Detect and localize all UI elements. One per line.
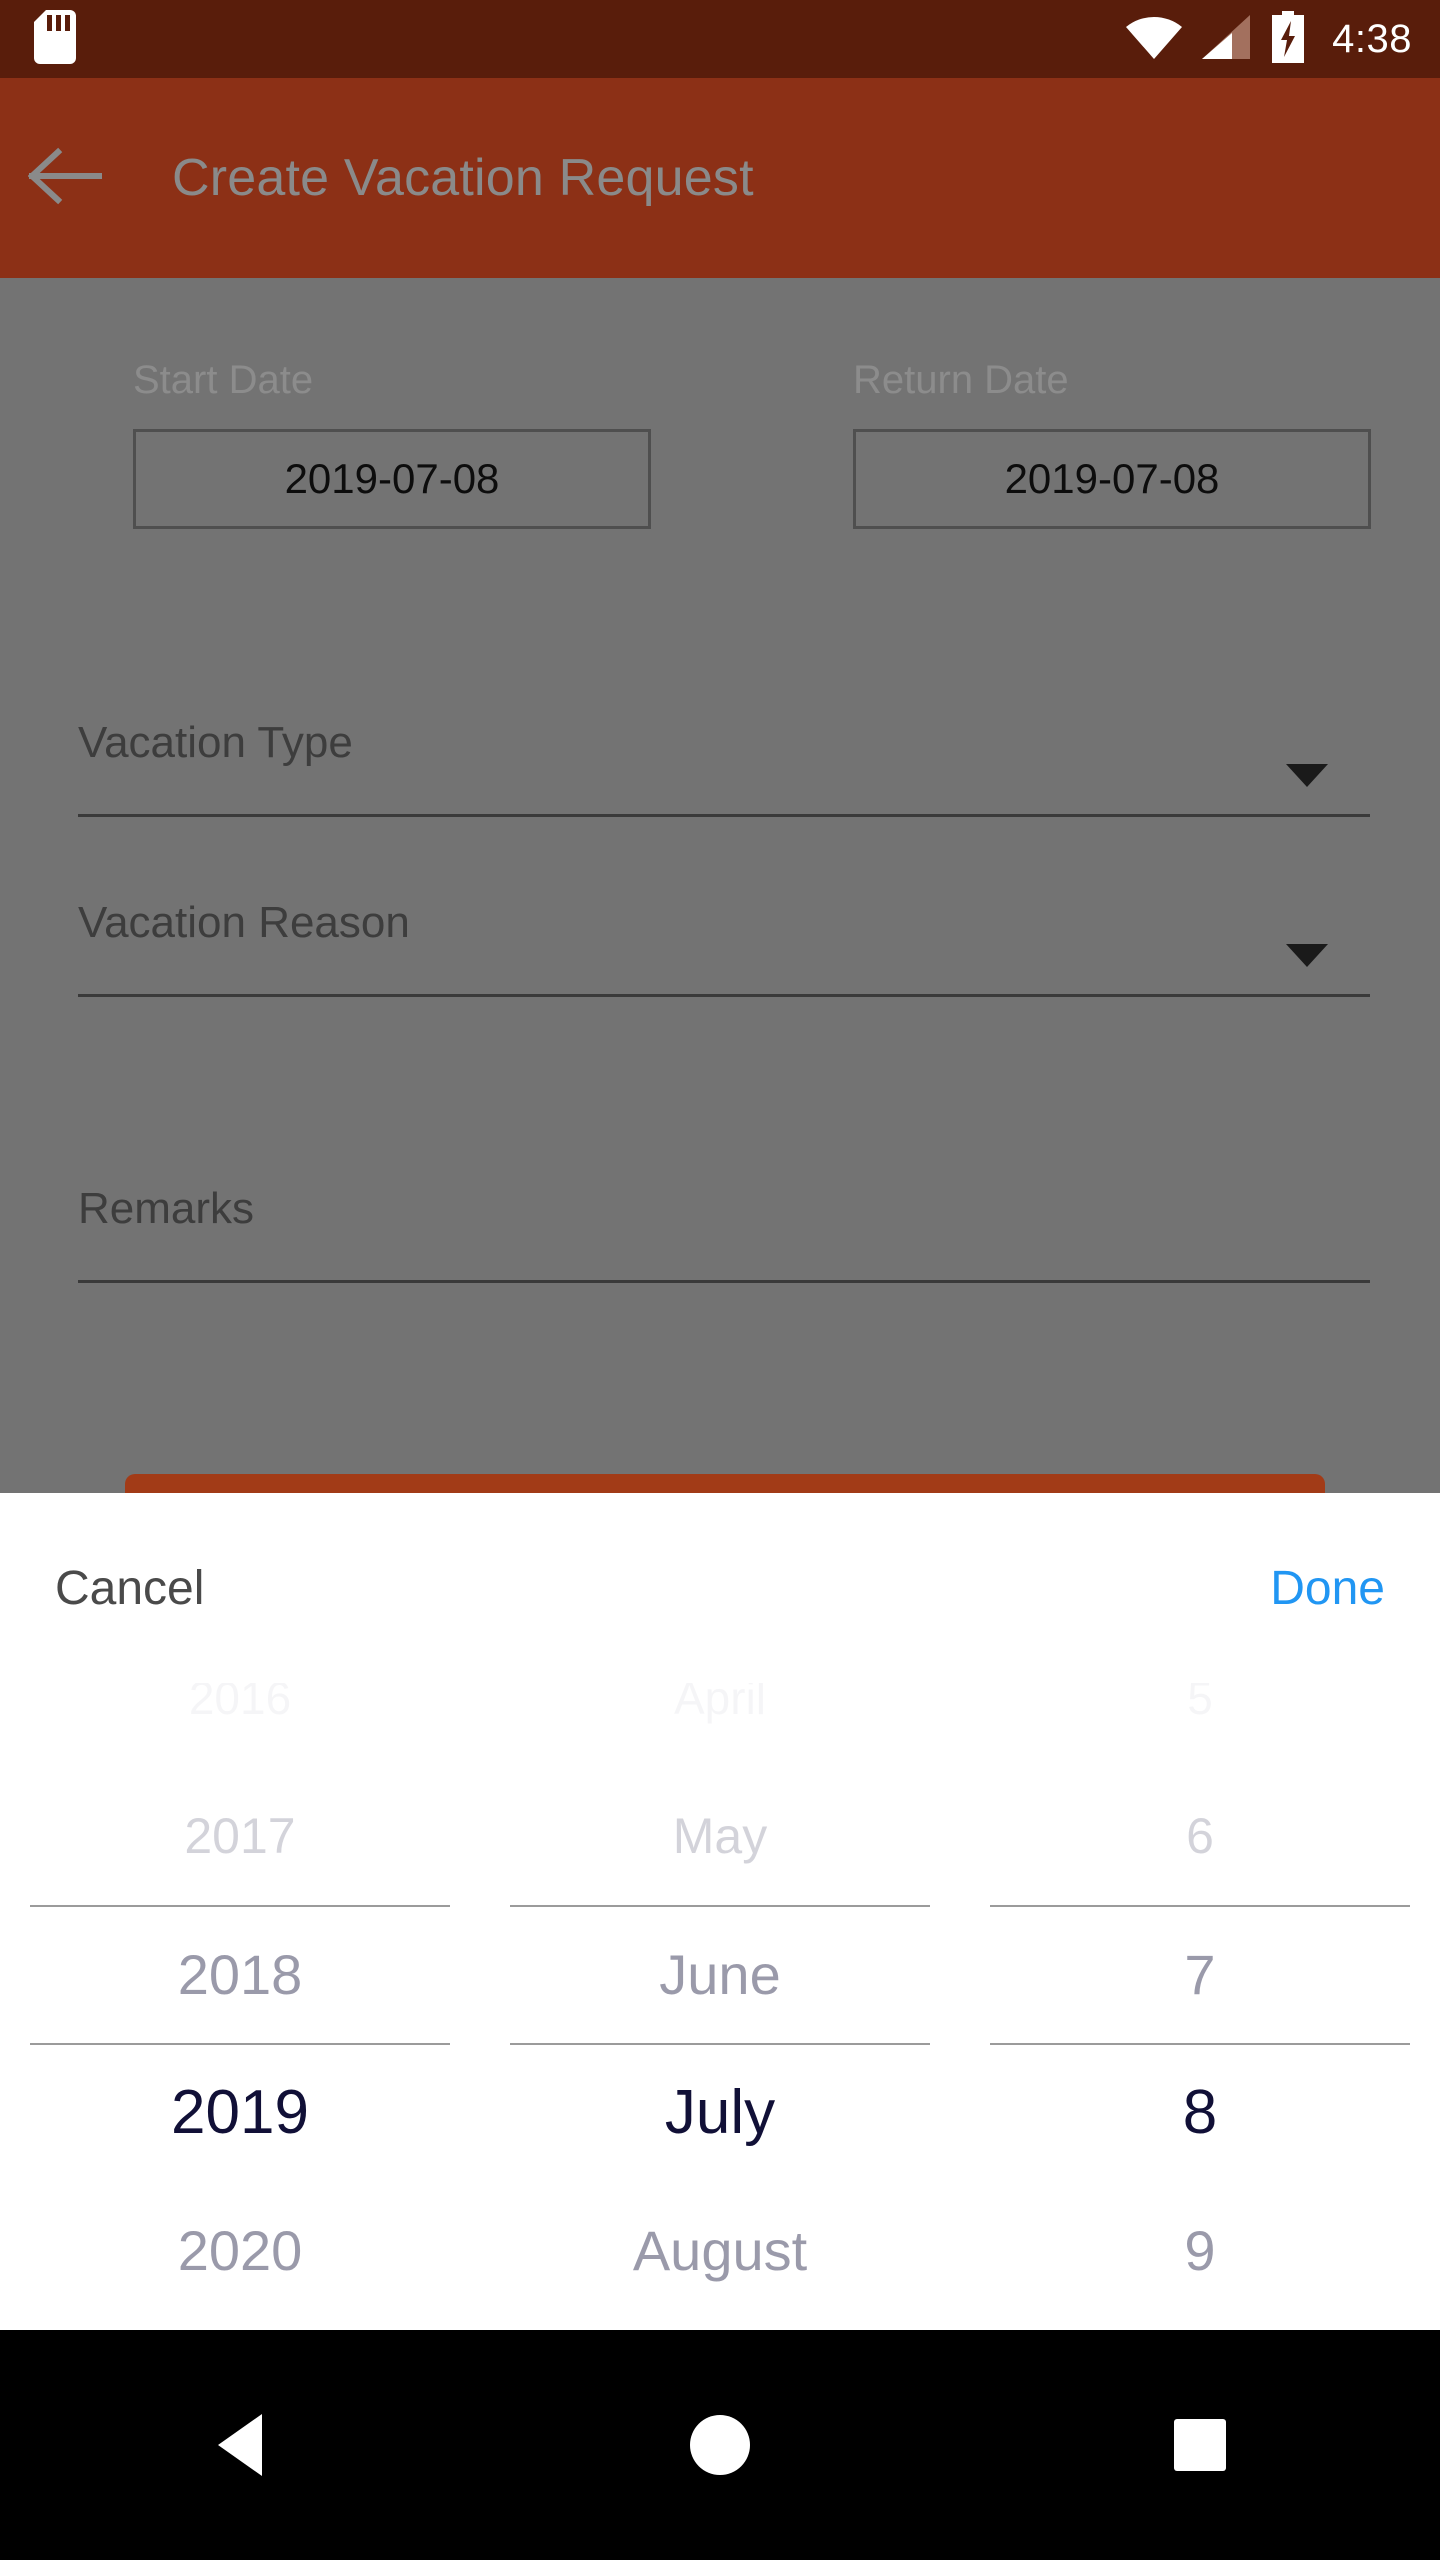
day-wheel-items[interactable]: 5 6 7 8 9 10 11 [960,1683,1440,2330]
day-selection-line-top [990,1905,1410,1907]
month-option[interactable]: August [480,2181,960,2319]
month-option[interactable]: September [480,2319,960,2330]
back-button[interactable] [0,78,130,278]
vacation-reason-field[interactable]: Vacation Reason [78,898,1370,997]
cancel-button[interactable]: Cancel [55,1561,204,1616]
start-date-box[interactable]: 2019-07-08 [133,429,651,529]
day-option[interactable]: 5 [960,1683,1440,1767]
year-wheel-items[interactable]: 2016 2017 2018 2019 2020 2021 2022 [0,1683,480,2330]
day-option[interactable]: 10 [960,2319,1440,2330]
nav-home-button[interactable] [590,2330,850,2560]
home-circle-icon [690,2415,750,2475]
month-option[interactable]: April [480,1683,960,1767]
month-wheel-items[interactable]: April May June July August September Oct… [480,1683,960,2330]
start-date-value: 2019-07-08 [284,455,500,502]
remarks-underline [78,1280,1370,1283]
back-triangle-icon [218,2414,262,2476]
status-bar-clock: 4:38 [1332,17,1412,61]
remarks-field[interactable]: Remarks [78,1184,1370,1283]
year-selection-line-bottom [30,2043,450,2045]
date-picker-header: Cancel Done [0,1493,1440,1683]
year-selection-line-top [30,1905,450,1907]
done-button[interactable]: Done [1270,1561,1385,1616]
chevron-down-icon[interactable] [1286,764,1328,787]
vacation-reason-label: Vacation Reason [78,898,410,947]
day-option-selected[interactable]: 8 [960,2043,1440,2181]
vacation-reason-underline [78,994,1370,997]
wifi-icon [1126,15,1183,64]
nav-recents-button[interactable] [1070,2330,1330,2560]
year-wheel[interactable]: 2016 2017 2018 2019 2020 2021 2022 [0,1683,480,2330]
app-bar: Create Vacation Request [0,78,1440,278]
vacation-request-form: Start Date 2019-07-08 Return Date 2019-0… [0,278,1440,1493]
start-date-label: Start Date [133,358,314,402]
month-selection-line-top [510,1905,930,1907]
day-selection-line-bottom [990,2043,1410,2045]
status-bar-right: 4:38 [1126,10,1412,68]
month-wheel[interactable]: April May June July August September Oct… [480,1683,960,2330]
year-option[interactable]: 2017 [0,1767,480,1905]
remarks-label: Remarks [78,1184,255,1233]
arrow-left-icon [27,146,103,211]
year-option[interactable]: 2018 [0,1905,480,2043]
vacation-type-label: Vacation Type [78,718,353,767]
return-date-box[interactable]: 2019-07-08 [853,429,1371,529]
month-option[interactable]: May [480,1767,960,1905]
cellular-signal-icon [1202,14,1251,64]
battery-charging-icon [1270,10,1306,68]
vacation-type-field[interactable]: Vacation Type [78,718,1370,817]
return-date-label: Return Date [853,358,1069,402]
year-option-selected[interactable]: 2019 [0,2043,480,2181]
android-navigation-bar [0,2330,1440,2560]
day-option[interactable]: 9 [960,2181,1440,2319]
start-date-field[interactable]: Start Date 2019-07-08 [0,358,720,529]
page-title: Create Vacation Request [172,149,754,207]
chevron-down-icon[interactable] [1286,944,1328,967]
month-option-selected[interactable]: July [480,2043,960,2181]
date-picker-dialog: Cancel Done 2016 2017 2018 2019 2020 202… [0,1493,1440,2330]
date-fields-row: Start Date 2019-07-08 Return Date 2019-0… [0,358,1440,529]
return-date-value: 2019-07-08 [1004,455,1220,502]
status-bar-left [34,9,76,69]
vacation-type-underline [78,814,1370,817]
day-option[interactable]: 7 [960,1905,1440,2043]
sd-card-icon [34,9,76,69]
status-bar: 4:38 [0,0,1440,78]
year-option[interactable]: 2021 [0,2319,480,2330]
month-selection-line-bottom [510,2043,930,2045]
month-option[interactable]: June [480,1905,960,2043]
nav-back-button[interactable] [110,2330,370,2560]
submit-button[interactable] [125,1474,1325,1493]
year-option[interactable]: 2020 [0,2181,480,2319]
year-option[interactable]: 2016 [0,1683,480,1767]
date-picker-wheels: 2016 2017 2018 2019 2020 2021 2022 April… [0,1683,1440,2330]
recents-square-icon [1174,2419,1226,2471]
day-wheel[interactable]: 5 6 7 8 9 10 11 [960,1683,1440,2330]
day-option[interactable]: 6 [960,1767,1440,1905]
return-date-field[interactable]: Return Date 2019-07-08 [720,358,1440,529]
